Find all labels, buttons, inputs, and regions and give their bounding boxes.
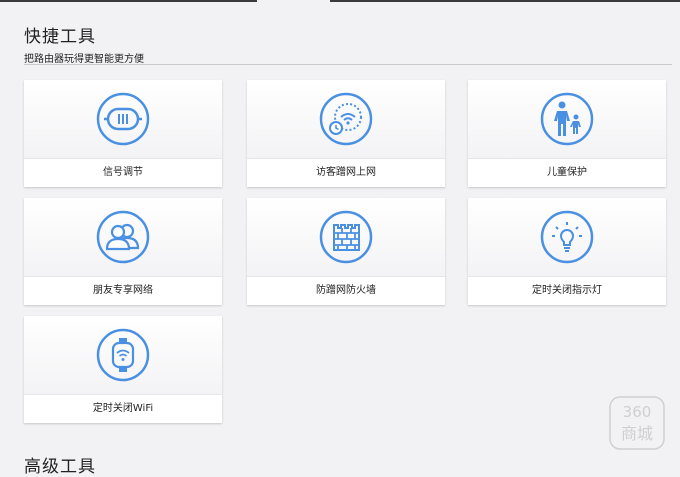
watermark-line1: 360 xyxy=(623,403,652,421)
light-bulb-icon xyxy=(540,210,594,264)
section-title: 快捷工具 xyxy=(24,27,96,47)
tool-card-friends-network[interactable]: 朋友专享网络 xyxy=(24,198,222,305)
child-protection-icon xyxy=(540,92,594,146)
tool-card-icon-area xyxy=(24,316,222,394)
tool-card-guest-wifi[interactable]: 访客蹭网上网 xyxy=(247,80,445,187)
tool-card-icon-area xyxy=(247,80,445,158)
guest-wifi-icon xyxy=(319,92,373,146)
tool-card-indicator-light[interactable]: 定时关闭指示灯 xyxy=(468,198,666,305)
tool-card-label: 儿童保护 xyxy=(468,158,666,187)
tool-card-label: 访客蹭网上网 xyxy=(247,158,445,187)
tool-card-label: 定时关闭WiFi xyxy=(24,394,222,423)
tool-card-label: 防蹭网防火墙 xyxy=(247,276,445,305)
signal-adjust-icon xyxy=(96,92,150,146)
tool-card-label: 信号调节 xyxy=(24,158,222,187)
store-watermark: 360 商城 xyxy=(608,395,666,451)
tool-card-icon-area xyxy=(24,198,222,276)
firewall-icon xyxy=(319,210,373,264)
tool-card-wifi-timer[interactable]: 定时关闭WiFi xyxy=(24,316,222,423)
header-underline-right xyxy=(330,0,680,2)
tool-card-signal-adjust[interactable]: 信号调节 xyxy=(24,80,222,187)
section-divider xyxy=(24,64,672,65)
section-subtitle: 把路由器玩得更智能更方便 xyxy=(24,54,144,65)
tool-card-label: 朋友专享网络 xyxy=(24,276,222,305)
tool-card-icon-area xyxy=(247,198,445,276)
tool-card-icon-area xyxy=(24,80,222,158)
tool-card-child-protection[interactable]: 儿童保护 xyxy=(468,80,666,187)
tool-card-label: 定时关闭指示灯 xyxy=(468,276,666,305)
watermark-line2: 商城 xyxy=(621,424,653,443)
friends-network-icon xyxy=(96,210,150,264)
advanced-tools-title: 高级工具 xyxy=(24,457,96,477)
tool-card-firewall[interactable]: 防蹭网防火墙 xyxy=(247,198,445,305)
tool-card-icon-area xyxy=(468,80,666,158)
wifi-watch-icon xyxy=(96,328,150,382)
tool-card-icon-area xyxy=(468,198,666,276)
header-underline-left xyxy=(0,0,257,2)
